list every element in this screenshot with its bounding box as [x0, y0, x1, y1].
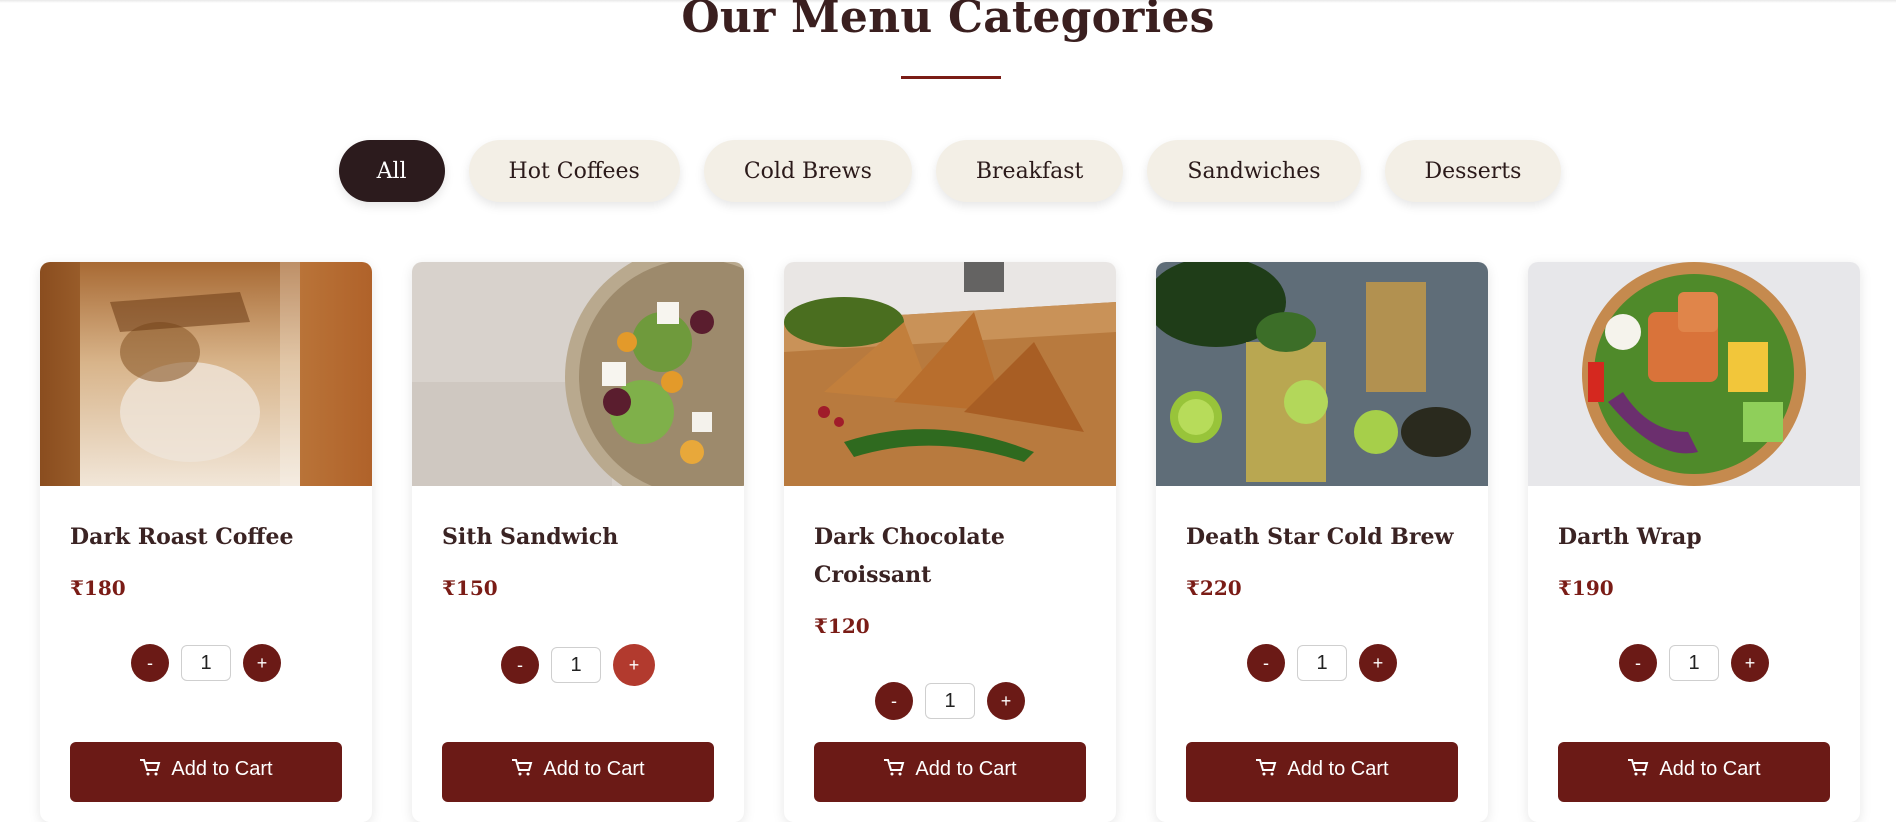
quantity-stepper: - + [412, 644, 744, 686]
increase-qty-button[interactable]: + [1731, 644, 1769, 682]
add-to-cart-button[interactable]: Add to Cart [70, 742, 342, 802]
cart-icon [140, 759, 161, 776]
item-price: ₹120 [814, 614, 870, 638]
decrease-qty-button[interactable]: - [501, 646, 539, 684]
quantity-input[interactable] [181, 645, 231, 681]
salmon-bowl-image [1528, 262, 1860, 486]
item-name: Sith Sandwich [442, 524, 619, 550]
add-to-cart-button[interactable]: Add to Cart [814, 742, 1086, 802]
increase-qty-button[interactable]: + [243, 644, 281, 682]
category-filters: All Hot Coffees Cold Brews Breakfast San… [0, 140, 1896, 202]
add-to-cart-button[interactable]: Add to Cart [1186, 742, 1458, 802]
decrease-qty-button[interactable]: - [1619, 644, 1657, 682]
section-title: Our Menu Categories [681, 0, 1215, 43]
add-to-cart-label: Add to Cart [171, 758, 273, 780]
cart-icon [884, 759, 905, 776]
item-name: Dark Chocolate Croissant [814, 524, 1005, 588]
filter-desserts[interactable]: Desserts [1384, 140, 1562, 202]
decrease-qty-button[interactable]: - [1247, 644, 1285, 682]
add-to-cart-button[interactable]: Add to Cart [1558, 742, 1830, 802]
item-price: ₹220 [1186, 576, 1242, 600]
quantity-input[interactable] [551, 647, 601, 683]
quantity-stepper: - + [784, 682, 1116, 720]
menu-card-dark-chocolate-croissant: Dark Chocolate Croissant ₹120 - + Add to… [784, 262, 1116, 822]
filter-breakfast[interactable]: Breakfast [935, 140, 1124, 202]
quantity-stepper: - + [1528, 644, 1860, 682]
filter-hot-coffees[interactable]: Hot Coffees [468, 140, 680, 202]
item-name: Darth Wrap [1558, 524, 1702, 550]
lime-drinks-image [1156, 262, 1488, 486]
quantity-input[interactable] [1669, 645, 1719, 681]
decrease-qty-button[interactable]: - [875, 682, 913, 720]
filter-sandwiches[interactable]: Sandwiches [1147, 140, 1361, 202]
add-to-cart-label: Add to Cart [915, 758, 1017, 780]
item-name: Death Star Cold Brew [1186, 524, 1454, 550]
title-underline [901, 76, 1001, 79]
menu-card-darth-wrap: Darth Wrap ₹190 - + Add to Cart [1528, 262, 1860, 822]
cart-icon [1256, 759, 1277, 776]
cart-icon [512, 759, 533, 776]
menu-grid: Dark Roast Coffee ₹180 - + Add to Cart [40, 262, 1860, 822]
add-to-cart-button[interactable]: Add to Cart [442, 742, 714, 802]
item-price: ₹180 [70, 576, 126, 600]
item-name: Dark Roast Coffee [70, 524, 294, 550]
salad-plate-image [412, 262, 744, 486]
item-price: ₹150 [442, 576, 498, 600]
menu-card-death-star-cold-brew: Death Star Cold Brew ₹220 - + Add to Car… [1156, 262, 1488, 822]
quantity-input[interactable] [1297, 645, 1347, 681]
filter-cold-brews[interactable]: Cold Brews [703, 140, 912, 202]
add-to-cart-label: Add to Cart [1287, 758, 1389, 780]
add-to-cart-label: Add to Cart [1659, 758, 1761, 780]
increase-qty-button[interactable]: + [987, 682, 1025, 720]
quantity-input[interactable] [925, 683, 975, 719]
increase-qty-button[interactable]: + [613, 644, 655, 686]
decrease-qty-button[interactable]: - [131, 644, 169, 682]
increase-qty-button[interactable]: + [1359, 644, 1397, 682]
menu-card-dark-roast-coffee: Dark Roast Coffee ₹180 - + Add to Cart [40, 262, 372, 822]
quantity-stepper: - + [1156, 644, 1488, 682]
cart-icon [1628, 759, 1649, 776]
filter-all[interactable]: All [338, 140, 445, 202]
samosa-board-image [784, 262, 1116, 486]
add-to-cart-label: Add to Cart [543, 758, 645, 780]
item-price: ₹190 [1558, 576, 1614, 600]
iced-coffee-image [40, 262, 372, 486]
menu-card-sith-sandwich: Sith Sandwich ₹150 - + Add to Cart [412, 262, 744, 822]
quantity-stepper: - + [40, 644, 372, 682]
